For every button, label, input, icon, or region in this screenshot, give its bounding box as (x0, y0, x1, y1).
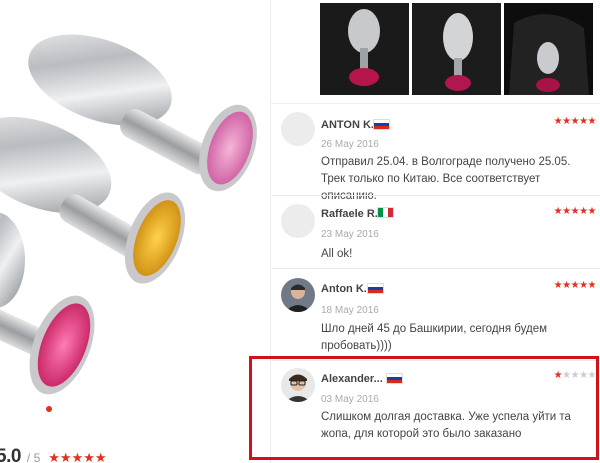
review-separator (271, 268, 600, 269)
reviewer-name: Raffaele R. (321, 208, 378, 220)
slider-dot-active[interactable] (46, 406, 52, 412)
star-icon: ★ (553, 280, 563, 291)
review-separator (271, 103, 600, 104)
star-icon: ★ (587, 116, 597, 127)
star-icon: ★ (579, 206, 588, 217)
rating-value: 5.0 (0, 446, 21, 463)
review-stars: ★★★★★ (553, 280, 597, 291)
reviewer-name: Anton K. (321, 283, 367, 295)
review-date: 18 May 2016 (321, 305, 379, 316)
star-icon: ★ (579, 116, 588, 127)
star-icon: ★ (570, 206, 580, 217)
italy-flag-icon (377, 207, 394, 218)
russia-flag-icon (373, 119, 390, 130)
star-icon: ★ (587, 280, 597, 291)
review-text: Отправил 25.04. в Волгограде получено 25… (321, 156, 571, 202)
review-photo-thumb[interactable] (320, 3, 409, 95)
product-image-panel: 5.0 / 5 ★★★★★ (0, 0, 270, 463)
page: 5.0 / 5 ★★★★★ ANTON K. ★★★★★ 26 May 2016… (0, 0, 600, 463)
review-text: All ok! (321, 248, 353, 260)
star-icon: ★ (553, 116, 563, 127)
product-rating: 5.0 / 5 ★★★★★ (0, 446, 107, 463)
review-separator (271, 195, 600, 196)
avatar (281, 278, 315, 312)
star-icon: ★ (553, 206, 563, 217)
rating-outof: / 5 (26, 451, 41, 463)
highlight-box (249, 356, 599, 460)
star-icon: ★ (570, 116, 580, 127)
review-stars: ★★★★★ (553, 206, 597, 217)
star-icon: ★ (562, 280, 571, 291)
review-photo-strip (320, 3, 600, 95)
avatar (281, 112, 315, 146)
rating-stars-icon: ★★★★★ (48, 450, 107, 463)
star-icon: ★ (579, 280, 588, 291)
star-icon: ★ (562, 116, 571, 127)
star-icon: ★ (587, 206, 597, 217)
review-date: 26 May 2016 (321, 139, 379, 150)
avatar (281, 204, 315, 238)
review-photo-thumb[interactable] (412, 3, 501, 95)
product-photo[interactable] (0, 0, 270, 430)
star-icon: ★ (570, 280, 580, 291)
reviewer-name: ANTON K. (321, 119, 374, 131)
star-icon: ★ (562, 206, 571, 217)
review-date: 23 May 2016 (321, 229, 379, 240)
review-stars: ★★★★★ (553, 116, 597, 127)
russia-flag-icon (367, 283, 384, 294)
review-photo-thumb[interactable] (504, 3, 593, 95)
review-text: Шло дней 45 до Башкирии, сегодня будем п… (321, 323, 548, 352)
